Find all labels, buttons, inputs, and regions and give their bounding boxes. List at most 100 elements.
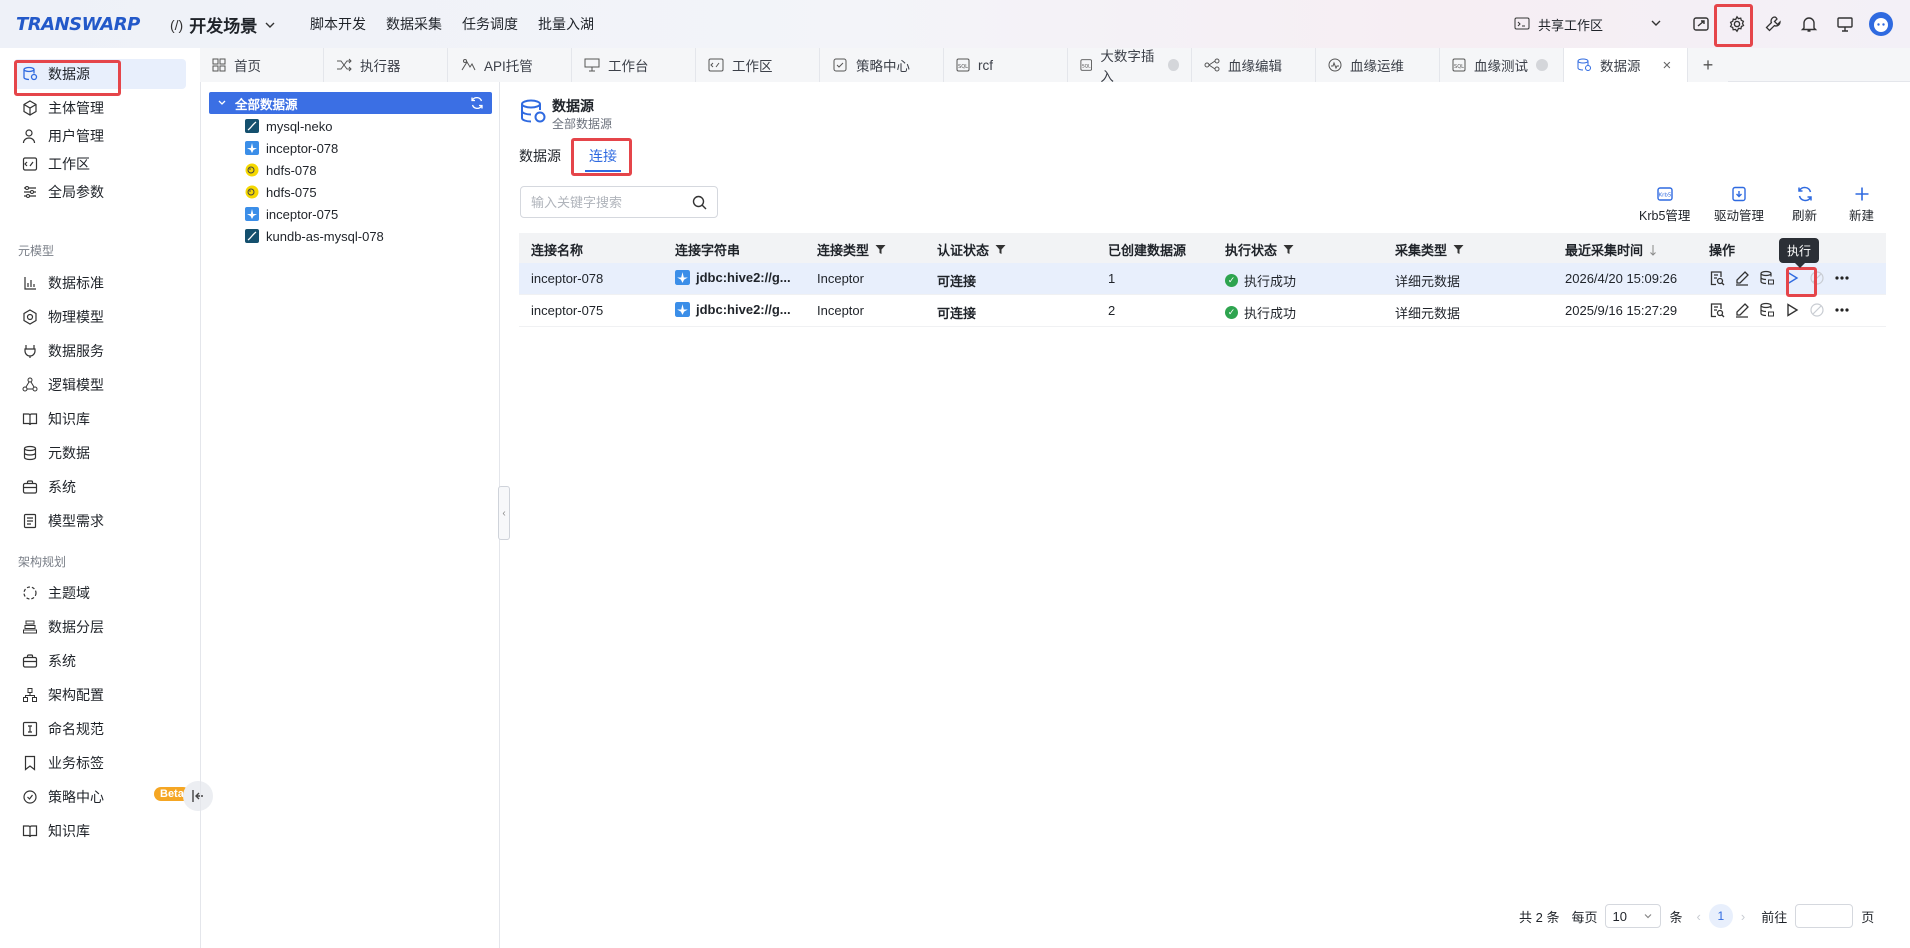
subtab-datasource[interactable]: 数据源 [519, 146, 561, 166]
filter-icon[interactable] [875, 244, 886, 255]
disable-icon[interactable] [1809, 270, 1825, 286]
prev-page-icon[interactable]: ‹ [1697, 909, 1701, 924]
sidebar-item-metadata[interactable]: 元数据 [14, 438, 186, 468]
sidebar-item-topic-domain[interactable]: 主题域 [14, 578, 186, 608]
nav-data-collect[interactable]: 数据采集 [386, 14, 442, 34]
tree-root[interactable]: 全部数据源 [209, 92, 492, 114]
tree-node[interactable]: inceptor-075 [245, 203, 338, 225]
tree-node[interactable]: inceptor-078 [245, 137, 338, 159]
sidebar-item-global-params[interactable]: 全局参数 [14, 177, 186, 207]
filter-icon[interactable] [995, 244, 1006, 255]
sidebar-item-data-standard[interactable]: 数据标准 [14, 268, 186, 298]
avatar[interactable] [1867, 10, 1895, 38]
sidebar-item-data-service[interactable]: 数据服务 [14, 336, 186, 366]
bell-icon[interactable] [1795, 10, 1823, 38]
tool-label: 驱动管理 [1714, 209, 1765, 223]
tab-home[interactable]: 首页 [200, 48, 324, 82]
tab-rcf[interactable]: SQL rcf [944, 48, 1068, 82]
wrench-icon[interactable] [1759, 10, 1787, 38]
subtab-connection[interactable]: 连接 [585, 146, 621, 172]
sidebar-item-system-2[interactable]: 系统 [14, 646, 186, 676]
monitor-icon [584, 58, 600, 72]
add-tab-button[interactable]: + [1688, 48, 1728, 82]
tab-workbench[interactable]: 工作台 [572, 48, 696, 82]
tab-policy[interactable]: 策略中心 [820, 48, 944, 82]
sidebar-item-data-layers[interactable]: 数据分层 [14, 612, 186, 642]
database-settings-icon[interactable] [1759, 302, 1775, 318]
col-collect-type[interactable]: 采集类型 [1395, 240, 1464, 259]
view-log-icon[interactable] [1709, 302, 1725, 318]
new-button[interactable]: 新建 [1849, 186, 1874, 224]
page-number[interactable]: 1 [1708, 904, 1733, 928]
goto-page-input[interactable] [1795, 904, 1854, 928]
refresh-icon[interactable] [470, 96, 484, 110]
edit-icon[interactable] [1734, 302, 1750, 318]
more-icon[interactable] [1834, 302, 1850, 318]
tree-node[interactable]: hdfs-078 [245, 159, 317, 181]
filter-icon[interactable] [1283, 244, 1294, 255]
tree-node[interactable]: kundb-as-mysql-078 [245, 225, 384, 247]
col-auth-status[interactable]: 认证状态 [937, 240, 1006, 259]
nodes-icon [22, 377, 38, 392]
tab-datasource[interactable]: 数据源 × [1564, 48, 1688, 82]
tree-node[interactable]: hdfs-075 [245, 181, 317, 203]
tab-api[interactable]: API托管 [448, 48, 572, 82]
sidebar-item-business-tags[interactable]: 业务标签 [14, 748, 186, 778]
more-icon[interactable] [1834, 270, 1850, 286]
sidebar-item-naming[interactable]: 命名规范 [14, 714, 186, 744]
tab-big-number[interactable]: SQL 大数字插入 [1068, 48, 1192, 84]
disable-icon[interactable] [1809, 302, 1825, 318]
play-icon[interactable] [1784, 270, 1800, 286]
sidebar-item-workspace[interactable]: 工作区 [14, 149, 186, 179]
col-conn-type[interactable]: 连接类型 [817, 240, 886, 259]
view-log-icon[interactable] [1709, 270, 1725, 286]
sidebar-item-logic-model[interactable]: 逻辑模型 [14, 370, 186, 400]
next-page-icon[interactable]: › [1741, 909, 1745, 924]
nav-script-dev[interactable]: 脚本开发 [310, 14, 366, 34]
sidebar-item-users[interactable]: 用户管理 [14, 121, 186, 151]
tab-executor[interactable]: 执行器 [324, 48, 448, 82]
sort-icon[interactable] [1649, 244, 1657, 256]
sidebar-item-model-demand[interactable]: 模型需求 [14, 506, 186, 536]
edit-icon[interactable] [1734, 270, 1750, 286]
sidebar-item-entity[interactable]: 主体管理 [14, 93, 186, 123]
page-size-value: 10 [1612, 908, 1627, 924]
gear-icon[interactable] [1723, 10, 1751, 38]
sidebar-item-knowledge[interactable]: 知识库 [14, 404, 186, 434]
sidebar-item-datasource[interactable]: 数据源 [14, 59, 186, 89]
tab-lineage-test[interactable]: SQL 血缘测试 [1440, 48, 1564, 82]
nav-task-schedule[interactable]: 任务调度 [462, 14, 518, 34]
tab-lineage-ops[interactable]: 血缘运维 [1316, 48, 1440, 82]
close-icon[interactable]: × [1663, 57, 1672, 74]
nav-batch-ingest[interactable]: 批量入湖 [538, 14, 594, 34]
database-settings-icon[interactable] [1759, 270, 1775, 286]
unsaved-dot[interactable] [1168, 59, 1179, 71]
chevron-down-icon [218, 100, 226, 105]
play-icon[interactable] [1784, 302, 1800, 318]
policy-icon [23, 790, 37, 804]
send-icon[interactable] [1687, 10, 1715, 38]
sidebar-item-system[interactable]: 系统 [14, 472, 186, 502]
scene-switcher[interactable]: (/) 开发场景 [170, 12, 277, 37]
sidebar-item-physical-model[interactable]: 物理模型 [14, 302, 186, 332]
page-size-select[interactable]: 10 [1605, 904, 1662, 928]
refresh-button[interactable]: 刷新 [1792, 186, 1817, 224]
unsaved-dot[interactable] [1536, 59, 1548, 71]
table-row[interactable]: inceptor-075 jdbc:hive2://g... Inceptor … [519, 295, 1886, 327]
col-last-collect[interactable]: 最近采集时间 [1565, 240, 1657, 259]
tab-lineage-edit[interactable]: 血缘编辑 [1192, 48, 1316, 82]
driver-button[interactable]: 驱动管理 [1714, 186, 1764, 224]
filter-icon[interactable] [1453, 244, 1464, 255]
table-row[interactable]: inceptor-078 jdbc:hive2://g... Inceptor … [519, 263, 1886, 295]
hexagon-icon [23, 309, 37, 325]
col-exec-status[interactable]: 执行状态 [1225, 240, 1294, 259]
sidebar-item-knowledge-2[interactable]: 知识库 [14, 816, 186, 846]
presentation-icon[interactable] [1831, 10, 1859, 38]
search-icon[interactable] [692, 195, 707, 210]
tab-workspace[interactable]: 工作区 [696, 48, 820, 82]
krb5-button[interactable]: Krb5 Krb5管理 [1639, 186, 1690, 224]
search-input[interactable] [531, 194, 691, 210]
sidebar-item-arch-config[interactable]: 架构配置 [14, 680, 186, 710]
tree-node[interactable]: mysql-neko [245, 115, 332, 137]
workspace-select[interactable]: 共享工作区 [1508, 12, 1670, 36]
